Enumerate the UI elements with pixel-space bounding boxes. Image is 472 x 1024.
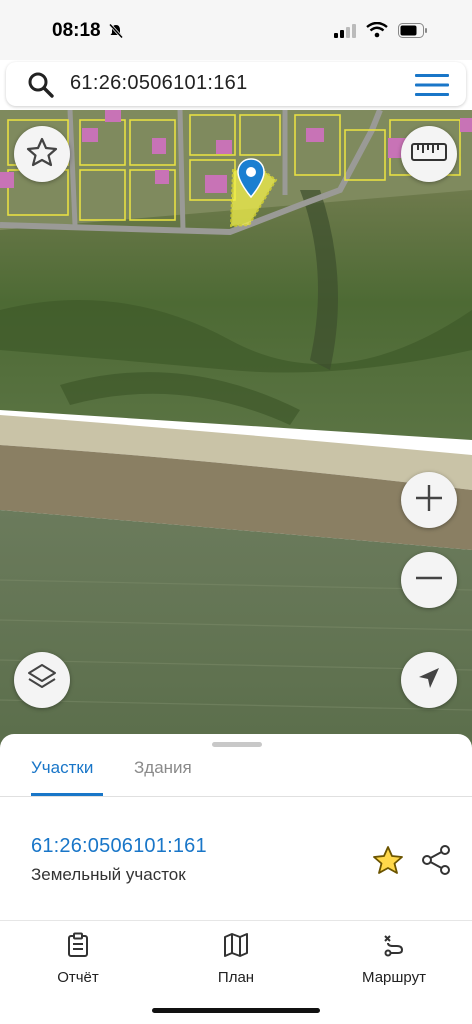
status-bar: 08:18	[0, 0, 472, 60]
divider	[0, 796, 472, 797]
signal-icon	[334, 24, 358, 43]
my-location-button[interactable]	[401, 652, 457, 708]
map-plan-icon	[223, 933, 249, 962]
share-icon[interactable]	[421, 844, 451, 881]
favorite-star-icon[interactable]	[372, 844, 404, 881]
satellite-map[interactable]	[0, 110, 472, 750]
nav-route[interactable]: Маршрут	[334, 932, 454, 986]
search-icon[interactable]	[26, 70, 56, 105]
ruler-icon	[411, 142, 447, 167]
favorite-map-button[interactable]	[14, 126, 70, 182]
nav-report[interactable]: Отчёт	[18, 932, 138, 986]
bell-muted-icon	[108, 23, 124, 44]
layers-icon	[26, 662, 58, 699]
tab-buildings[interactable]: Здания	[134, 758, 192, 778]
wifi-icon	[366, 21, 388, 43]
parcel-cadastral-number[interactable]: 61:26:0506101:161	[31, 835, 207, 858]
report-icon	[66, 932, 90, 962]
nav-plan-label: План	[217, 969, 255, 986]
zoom-in-icon	[414, 483, 444, 518]
tab-parcels[interactable]: Участки	[31, 758, 93, 778]
location-arrow-icon	[416, 665, 442, 696]
map-pin-icon[interactable]	[237, 158, 265, 203]
divider	[0, 920, 472, 921]
nav-report-label: Отчёт	[57, 969, 99, 986]
bottom-sheet[interactable]: Участки Здания 61:26:0506101:161 Земельн…	[0, 734, 472, 1024]
status-time: 08:18	[52, 20, 101, 41]
nav-plan[interactable]: План	[176, 932, 296, 986]
nav-route-label: Маршрут	[362, 969, 426, 986]
search-bar[interactable]: 61:26:0506101:161	[6, 62, 466, 106]
layers-button[interactable]	[14, 652, 70, 708]
star-icon	[26, 136, 58, 173]
map-imagery	[0, 110, 472, 750]
sheet-grabber[interactable]	[212, 742, 262, 747]
home-indicator[interactable]	[152, 1008, 320, 1013]
zoom-in-button[interactable]	[401, 472, 457, 528]
hamburger-menu-icon[interactable]	[414, 72, 450, 103]
zoom-out-icon	[414, 563, 444, 598]
parcel-type-label: Земельный участок	[31, 865, 186, 884]
ruler-button[interactable]	[401, 126, 457, 182]
battery-icon	[398, 23, 428, 43]
search-input[interactable]: 61:26:0506101:161	[70, 72, 248, 95]
route-icon	[381, 935, 407, 962]
zoom-out-button[interactable]	[401, 552, 457, 608]
